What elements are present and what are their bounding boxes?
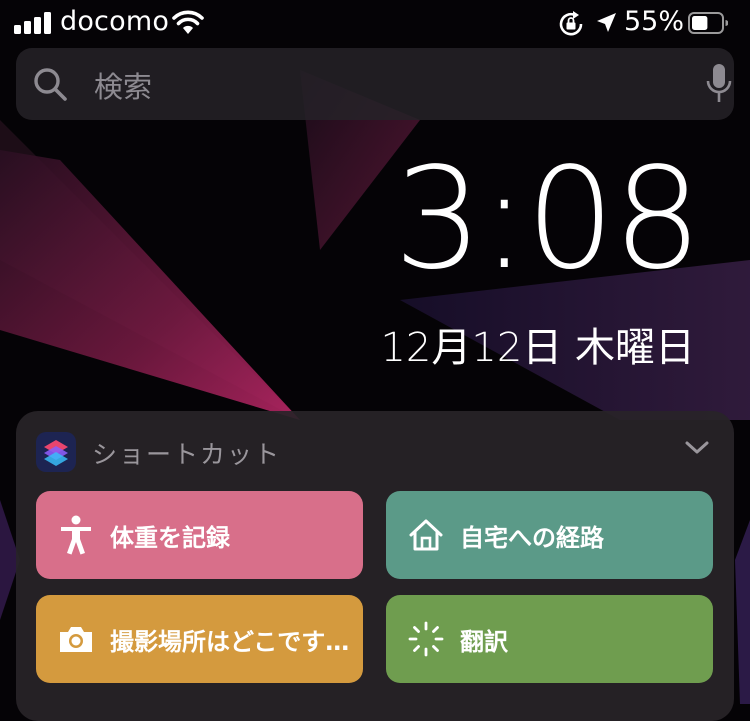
carrier-name: docomo <box>60 6 170 37</box>
status-bar: docomo 55% <box>0 0 750 48</box>
microphone-icon[interactable] <box>706 63 732 105</box>
shortcut-label: 翻訳 <box>460 627 508 656</box>
chevron-down-icon[interactable] <box>684 439 710 457</box>
search-icon <box>34 68 67 101</box>
shortcut-log-weight-button[interactable]: 体重を記録 <box>36 491 363 579</box>
battery-icon <box>688 12 728 34</box>
shortcuts-widget: ショートカット 体重を記録 自宅への経路 撮影場所はどこです… 翻訳 <box>16 411 734 721</box>
shortcut-directions-home-button[interactable]: 自宅への経路 <box>386 491 713 579</box>
location-arrow-icon <box>597 13 616 32</box>
camera-icon <box>54 617 98 661</box>
battery-percentage: 55% <box>624 6 685 37</box>
house-icon <box>404 513 448 557</box>
shortcut-where-taken-button[interactable]: 撮影場所はどこです… <box>36 595 363 683</box>
lock-clock-time: 3:08 <box>393 138 702 301</box>
accessibility-person-icon <box>54 513 98 557</box>
shortcut-label: 撮影場所はどこです… <box>110 627 350 656</box>
shortcuts-app-icon <box>36 432 76 472</box>
search-field[interactable]: 検索 <box>16 48 734 120</box>
widget-title: ショートカット <box>92 440 282 469</box>
shortcut-label: 体重を記録 <box>110 523 230 552</box>
rotation-lock-icon <box>559 11 583 36</box>
search-placeholder: 検索 <box>94 70 153 104</box>
shortcut-translate-button[interactable]: 翻訳 <box>386 595 713 683</box>
shortcut-label: 自宅への経路 <box>460 523 604 552</box>
wifi-icon <box>172 10 204 34</box>
lock-clock-date: 12月12日 木曜日 <box>380 325 695 371</box>
sparkle-burst-icon <box>404 617 448 661</box>
cellular-signal-icon <box>14 12 54 34</box>
